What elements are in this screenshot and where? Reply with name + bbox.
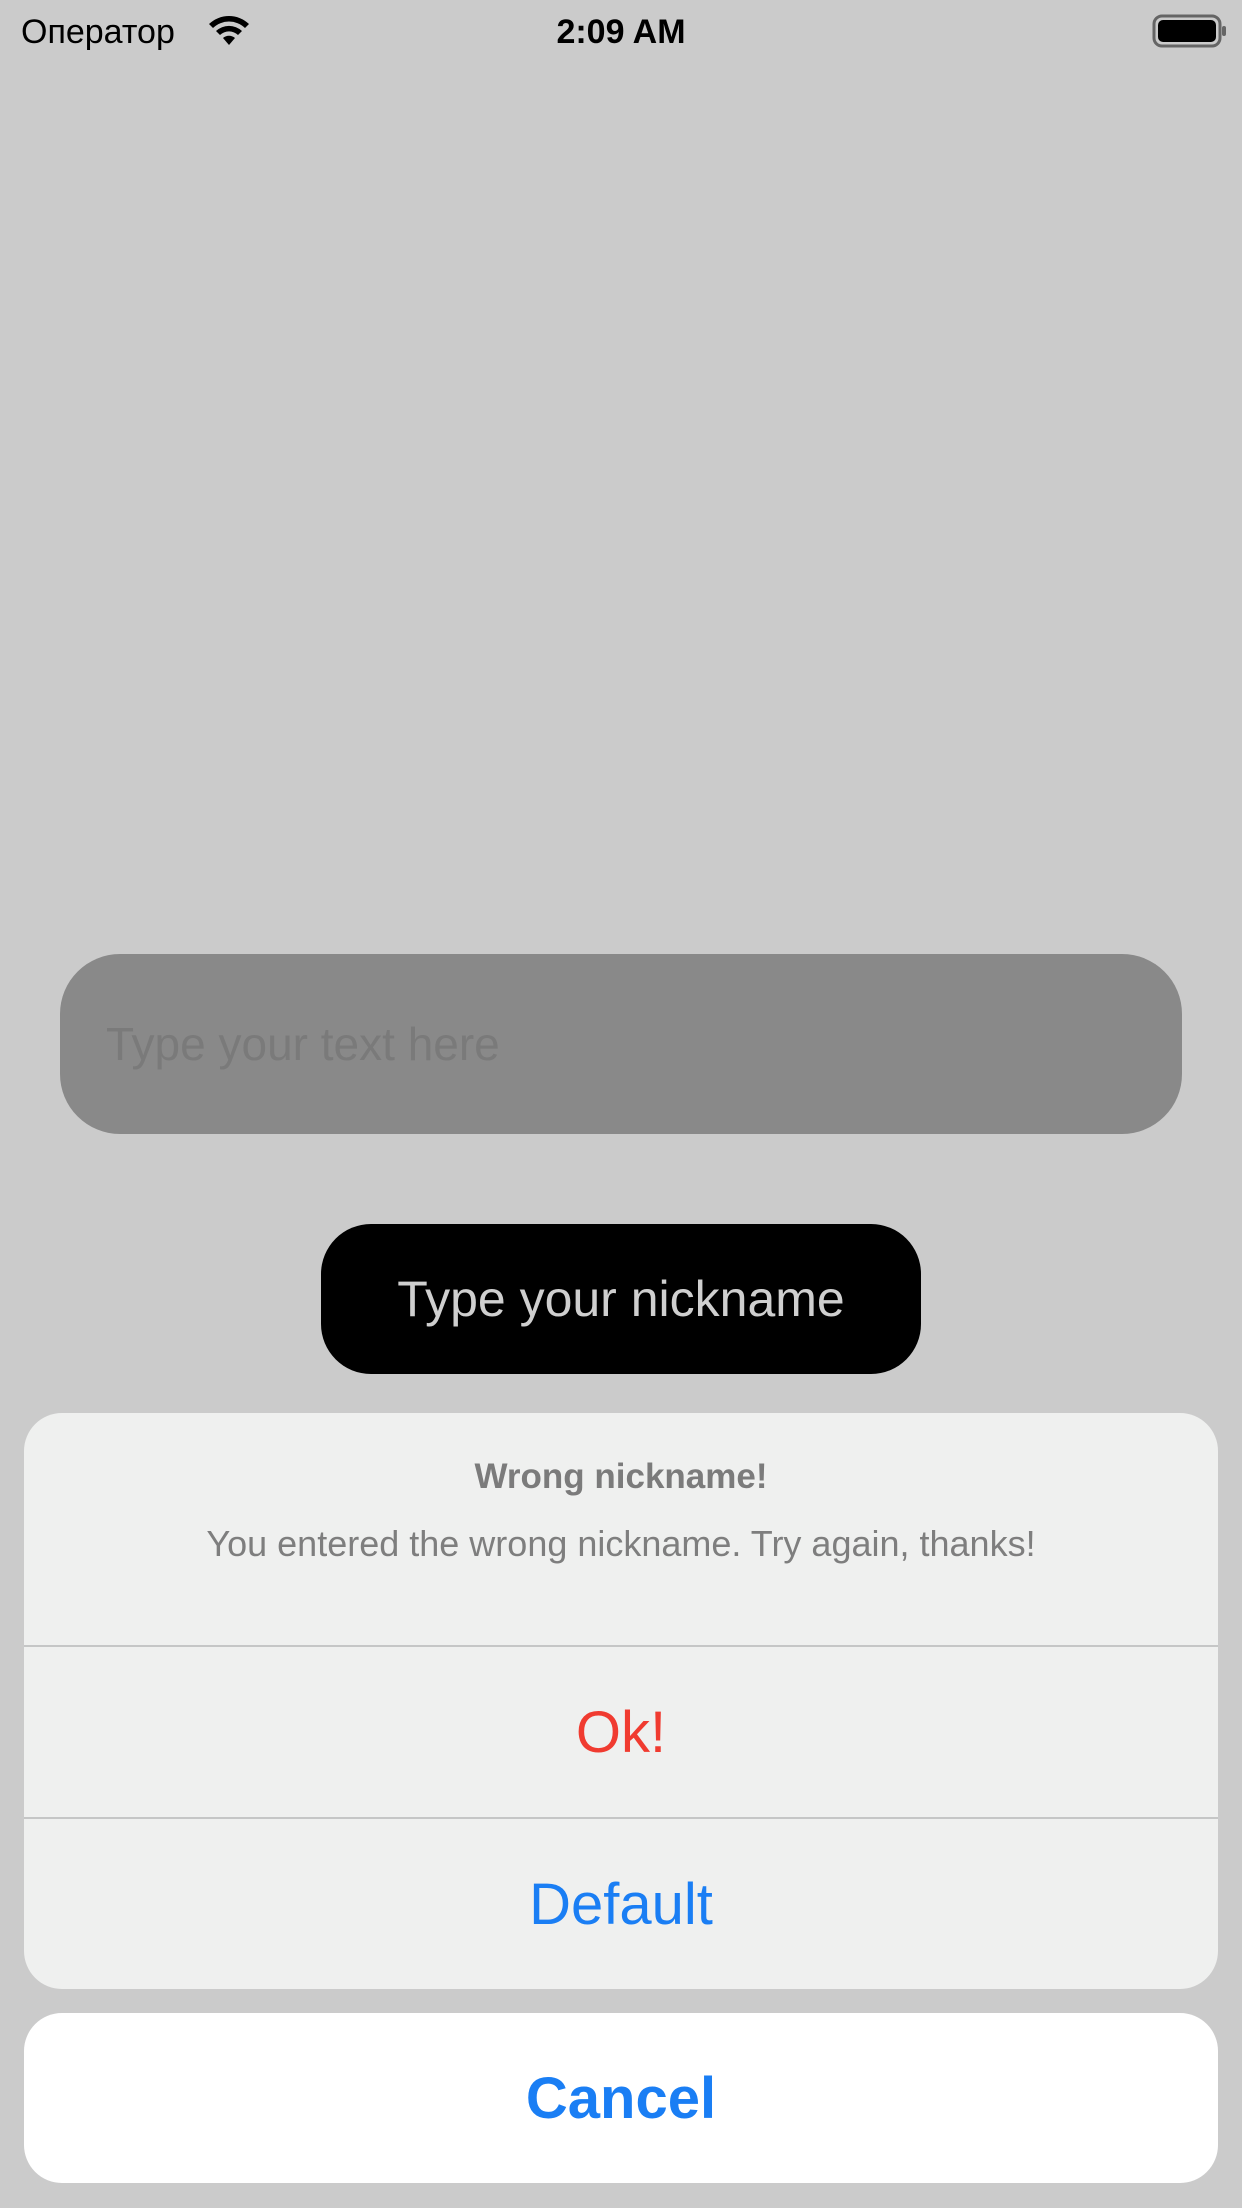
type-nickname-button-label: Type your nickname xyxy=(397,1271,845,1327)
ok-button-label: Ok! xyxy=(575,1699,667,1765)
alert-title: Wrong nickname! xyxy=(474,1457,768,1496)
text-input[interactable] xyxy=(60,954,1182,1134)
action-sheet: Wrong nickname! You entered the wrong ni… xyxy=(24,1413,1218,1989)
default-button[interactable]: Default xyxy=(24,1819,1218,1989)
cancel-button[interactable]: Cancel xyxy=(24,2013,1218,2183)
type-nickname-button[interactable]: Type your nickname xyxy=(321,1224,921,1374)
default-button-label: Default xyxy=(529,1871,713,1937)
ok-button[interactable]: Ok! xyxy=(24,1647,1218,1817)
status-bar: Оператор 2:09 AM xyxy=(0,0,1242,60)
alert-message: You entered the wrong nickname. Try agai… xyxy=(206,1523,1036,1564)
cancel-button-label: Cancel xyxy=(525,2065,717,2131)
battery-icon xyxy=(1152,14,1228,48)
action-sheet-header: Wrong nickname! You entered the wrong ni… xyxy=(24,1413,1218,1645)
status-time: 2:09 AM xyxy=(556,13,686,51)
